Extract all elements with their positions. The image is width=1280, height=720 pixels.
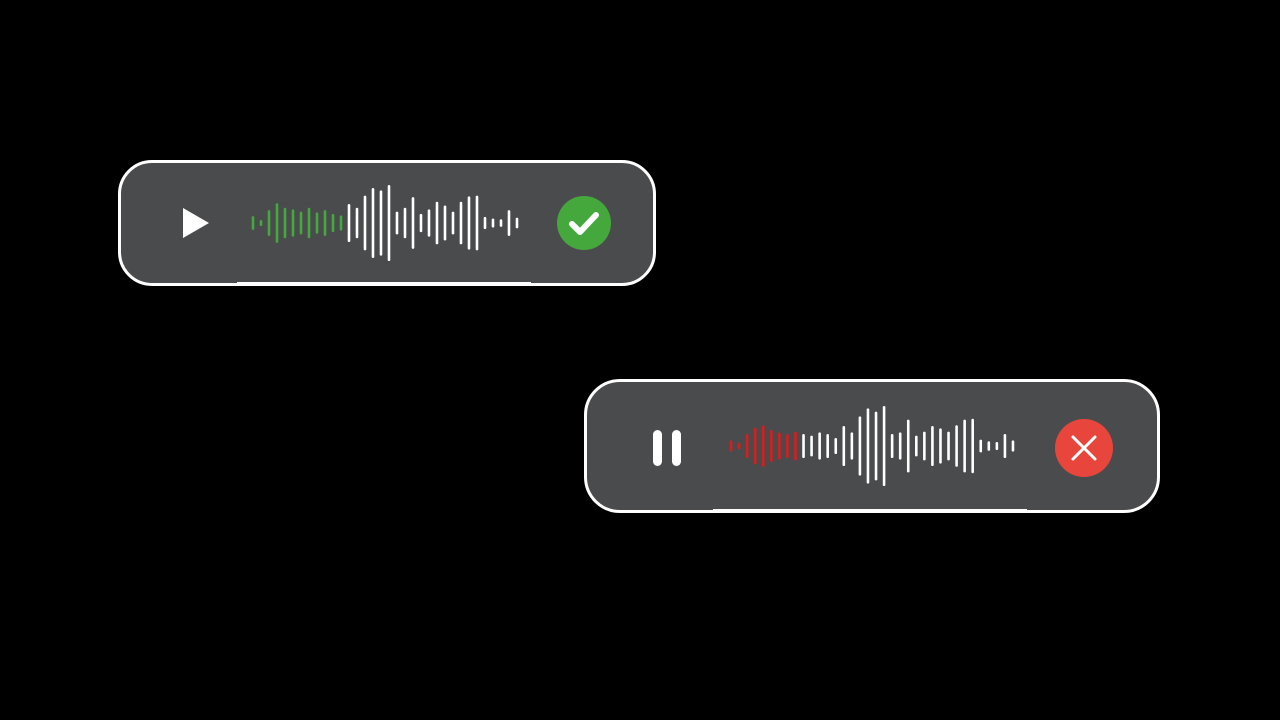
waveform-bar (947, 431, 950, 461)
waveform[interactable] (727, 406, 1017, 486)
waveform-bar (1003, 434, 1007, 458)
waveform-bar (387, 185, 391, 261)
waveform-bar (818, 432, 821, 460)
waveform-bar (507, 210, 511, 236)
waveform-bar (810, 435, 813, 457)
waveform-bar (395, 211, 399, 235)
waveform-bar (339, 215, 343, 231)
waveform-bar (753, 427, 757, 465)
waveform-bar (995, 442, 999, 450)
waveform-bar (778, 432, 781, 460)
waveform-bar (866, 408, 870, 484)
waveform-bar (515, 217, 519, 229)
waveform-bar (834, 438, 838, 454)
waveform-bar (842, 426, 846, 466)
waveform-bar (451, 211, 455, 235)
waveform-bar (467, 196, 471, 250)
waveform-bar (794, 431, 797, 461)
waveform-bar (459, 201, 463, 245)
waveform-bar (923, 431, 926, 461)
waveform-bar (347, 204, 351, 242)
waveform-bar (291, 209, 295, 237)
waveform-bar (729, 440, 733, 452)
waveform-bar (850, 432, 854, 460)
waveform-bar (874, 411, 878, 481)
waveform-bar (906, 419, 910, 473)
play-button[interactable] (173, 203, 213, 243)
voice-message-player-2 (584, 379, 1160, 513)
waveform-bar (915, 435, 918, 457)
waveform-bar (323, 210, 327, 236)
waveform-bar (770, 430, 773, 462)
waveform-bar (890, 434, 894, 458)
waveform-bar (307, 207, 311, 239)
waveform-bar (411, 197, 415, 249)
pause-icon (653, 430, 681, 466)
waveform-bar (963, 419, 966, 473)
checkmark-icon (557, 196, 611, 250)
waveform-bar (427, 209, 431, 237)
success-badge[interactable] (557, 196, 611, 250)
waveform-bar (898, 432, 902, 460)
waveform-bar (403, 207, 407, 239)
waveform-bar (882, 406, 886, 486)
waveform-bar (971, 418, 974, 474)
waveform-bar (939, 428, 942, 464)
waveform-bar (826, 434, 829, 458)
waveform-bar (1011, 440, 1015, 452)
waveform-bar (979, 439, 983, 453)
waveform-bar (761, 425, 765, 467)
waveform-bar (419, 213, 423, 233)
waveform-bar (499, 219, 503, 227)
progress-track (237, 282, 531, 286)
waveform-bar (802, 434, 805, 458)
waveform-bar (251, 216, 255, 230)
close-icon (1055, 419, 1113, 477)
waveform-bar (737, 442, 741, 450)
voice-message-player-1 (118, 160, 656, 286)
waveform-bar (379, 190, 383, 256)
play-icon (183, 208, 209, 238)
waveform-bar (931, 426, 934, 466)
waveform-bar (299, 211, 303, 235)
waveform-bar (315, 212, 319, 234)
waveform-bar (483, 216, 487, 230)
waveform-bar (491, 218, 495, 228)
waveform-bar (745, 434, 749, 458)
waveform-bar (259, 219, 263, 227)
waveform[interactable] (249, 185, 521, 261)
waveform-bar (475, 195, 479, 251)
waveform-bar (858, 416, 862, 476)
waveform-bar (363, 195, 367, 251)
waveform-bar (371, 188, 375, 258)
waveform-bar (987, 441, 991, 451)
waveform-bar (331, 213, 335, 233)
pause-button[interactable] (645, 426, 689, 470)
waveform-bar (435, 201, 439, 245)
waveform-bar (267, 210, 271, 236)
waveform-bar (275, 203, 279, 243)
waveform-bar (355, 207, 359, 239)
waveform-bar (283, 207, 287, 239)
waveform-bar (443, 205, 447, 241)
progress-track (713, 509, 1027, 513)
waveform-bar (786, 434, 789, 458)
error-badge[interactable] (1055, 419, 1113, 477)
waveform-bar (955, 425, 958, 467)
